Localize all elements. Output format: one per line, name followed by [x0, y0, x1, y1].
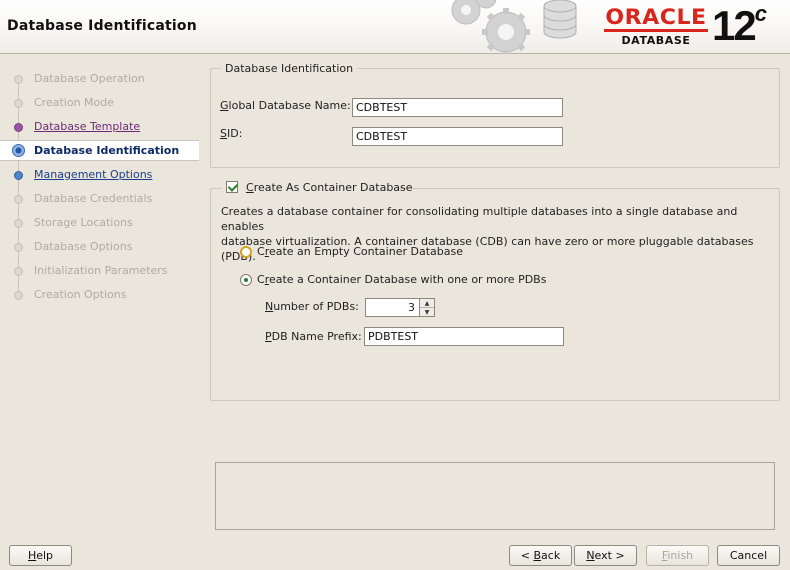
database-logo-text: DATABASE	[621, 34, 691, 47]
step-dot-icon	[14, 99, 23, 108]
button-label: ack	[541, 549, 561, 562]
finish-button: Finish	[646, 545, 709, 566]
pdb-container-label[interactable]: Create a Container Database with one or …	[257, 273, 546, 286]
empty-container-label[interactable]: Create an Empty Container Database	[257, 245, 463, 258]
mnemonic: S	[220, 127, 227, 140]
database-cylinder-icon	[543, 0, 577, 39]
pdb-prefix-input[interactable]	[364, 327, 564, 346]
step-label: Database Credentials	[34, 192, 153, 205]
step-label: Database Options	[34, 240, 133, 253]
step-label: Database Operation	[34, 72, 145, 85]
oracle-logo: ORACLE DATABASE	[604, 5, 708, 49]
step-initialization-parameters: Initialization Parameters	[0, 261, 199, 281]
button-label: elp	[36, 549, 54, 562]
step-database-template[interactable]: Database Template	[0, 117, 199, 137]
pdb-prefix-label: PDB Name Prefix:	[265, 330, 362, 343]
version-logo: 12c	[712, 1, 767, 50]
step-label: Initialization Parameters	[34, 264, 168, 277]
mnemonic: N	[586, 549, 595, 562]
help-button[interactable]: Help	[9, 545, 72, 566]
mnemonic: B	[533, 549, 542, 562]
step-dot-icon	[14, 123, 23, 132]
back-button[interactable]: < Back	[509, 545, 572, 566]
current-step-icon	[12, 144, 25, 157]
sid-label: SID:	[220, 127, 242, 140]
label-text: DB Name Prefix:	[271, 330, 362, 343]
mnemonic: N	[265, 300, 274, 313]
oracle-logo-text: ORACLE	[605, 5, 707, 29]
label-text: C	[257, 273, 265, 286]
step-dot-icon	[14, 243, 23, 252]
label-text: eate an Empty Container Database	[268, 245, 463, 258]
logo-bar	[604, 29, 708, 32]
spinner-buttons: ▲ ▼	[420, 298, 435, 317]
step-dot-icon	[14, 267, 23, 276]
empty-container-radio[interactable]	[240, 246, 252, 258]
mnemonic: P	[265, 330, 272, 343]
label-text: reate As Container Database	[253, 181, 413, 194]
sid-input[interactable]	[352, 127, 563, 146]
step-database-credentials: Database Credentials	[0, 189, 199, 209]
step-database-operation: Database Operation	[0, 69, 199, 89]
label-text: C	[257, 245, 265, 258]
message-area	[215, 462, 775, 530]
step-creation-options: Creation Options	[0, 285, 199, 305]
mnemonic: C	[246, 181, 254, 194]
mnemonic: G	[220, 99, 229, 112]
num-pdbs-label: Number of PDBs:	[265, 300, 359, 313]
step-label[interactable]: Management Options	[34, 168, 152, 181]
container-group-header: Create As Container Database	[222, 181, 413, 195]
step-database-identification: Database Identification	[0, 140, 199, 161]
step-storage-locations: Storage Locations	[0, 213, 199, 233]
step-dot-icon	[14, 291, 23, 300]
button-label: <	[520, 549, 534, 562]
global-name-input[interactable]	[352, 98, 563, 117]
step-label[interactable]: Database Template	[34, 120, 140, 133]
step-label: Creation Options	[34, 288, 127, 301]
button-label: ext >	[594, 549, 625, 562]
label-text: umber of PDBs:	[273, 300, 359, 313]
container-checkbox[interactable]	[226, 181, 238, 193]
arrow-down-icon[interactable]: ▼	[420, 308, 434, 317]
step-label: Storage Locations	[34, 216, 133, 229]
step-label: Creation Mode	[34, 96, 115, 109]
step-management-options[interactable]: Management Options	[0, 165, 199, 185]
cancel-button[interactable]: Cancel	[717, 545, 780, 566]
label-text: ID:	[226, 127, 243, 140]
arrow-up-icon[interactable]: ▲	[420, 299, 434, 308]
identification-group-title: Database Identification	[221, 62, 358, 75]
next-button[interactable]: Next >	[574, 545, 637, 566]
button-label: inish	[667, 549, 694, 562]
label-text: eate a Container Database with one or mo…	[268, 273, 547, 286]
version-suffix: c	[754, 1, 767, 26]
step-dot-icon	[14, 75, 23, 84]
step-dot-icon	[14, 195, 23, 204]
step-dot-icon	[14, 171, 23, 180]
label-text: lobal Database Name:	[228, 99, 351, 112]
step-label: Database Identification	[34, 144, 180, 157]
container-checkbox-label[interactable]: Create As Container Database	[246, 181, 413, 194]
global-name-label: Global Database Name:	[220, 99, 351, 112]
header-banner: Database Identification ORACLE DATABASE …	[0, 0, 790, 54]
version-number: 12	[712, 2, 757, 49]
identification-group	[210, 68, 780, 168]
step-dot-icon	[14, 219, 23, 228]
page-title: Database Identification	[7, 18, 197, 34]
step-database-options: Database Options	[0, 237, 199, 257]
num-pdbs-spinner[interactable]: 3	[365, 298, 420, 317]
mnemonic: H	[27, 549, 37, 562]
description-line: Creates a database container for consoli…	[221, 205, 738, 233]
pdb-container-radio[interactable]	[240, 274, 252, 286]
step-creation-mode: Creation Mode	[0, 93, 199, 113]
